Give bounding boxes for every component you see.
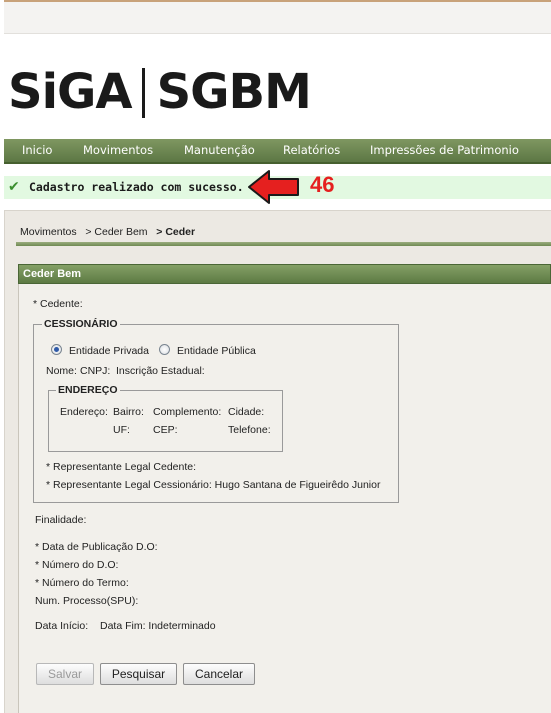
entidade-privada-label: Entidade Privada xyxy=(69,345,149,357)
endereco-label: Endereço: xyxy=(60,406,108,418)
logo-siga: SiGA xyxy=(8,64,133,120)
uf-label: UF: xyxy=(113,424,130,436)
complemento-label: Complemento: xyxy=(153,406,222,418)
logo-separator xyxy=(141,68,145,118)
numero-do-label: * Número do D.O: xyxy=(35,559,119,571)
breadcrumb-ceder-bem[interactable]: > Ceder Bem xyxy=(85,226,147,238)
num-processo-label: Num. Processo(SPU): xyxy=(35,595,139,607)
breadcrumb-current: > Ceder xyxy=(156,226,196,238)
pesquisar-button[interactable]: Pesquisar xyxy=(100,663,177,685)
cessionario-legend: CESSIONÁRIO xyxy=(42,318,120,330)
rep-cedente-label: * Representante Legal Cedente: xyxy=(46,461,197,473)
breadcrumb: Movimentos > Ceder Bem > Ceder xyxy=(20,226,195,238)
cancelar-button[interactable]: Cancelar xyxy=(183,663,255,685)
radio-entidade-publica[interactable] xyxy=(159,344,170,355)
breadcrumb-divider xyxy=(16,242,551,246)
top-strip xyxy=(4,0,551,34)
app-logo: SiGA SGBM xyxy=(8,68,312,118)
endereco-fieldset xyxy=(48,390,283,452)
menu-item-manutencao[interactable]: Manutenção xyxy=(184,139,255,162)
success-text: Cadastro realizado com sucesso. xyxy=(29,180,244,194)
salvar-button[interactable]: Salvar xyxy=(36,663,94,685)
bairro-label: Bairro: xyxy=(113,406,144,418)
inscricao-label: Inscrição Estadual: xyxy=(116,365,205,377)
rep-cessionario-label: * Representante Legal Cessionário: Hugo … xyxy=(46,479,381,491)
numero-termo-label: * Número do Termo: xyxy=(35,577,129,589)
telefone-label: Telefone: xyxy=(228,424,271,436)
cnpj-label: CNPJ: xyxy=(80,365,111,377)
data-publicacao-label: * Data de Publicação D.O: xyxy=(35,541,158,553)
menu-item-relatorios[interactable]: Relatórios xyxy=(283,139,340,162)
main-menu: Inicio Movimentos Manutenção Relatórios … xyxy=(4,139,551,164)
logo-sgbm: SGBM xyxy=(156,64,312,120)
red-arrow-icon xyxy=(248,170,299,204)
nome-label: Nome: xyxy=(46,365,77,377)
annotation-number: 46 xyxy=(310,172,335,197)
data-fim-label: Data Fim: Indeterminado xyxy=(100,620,216,632)
menu-item-inicio[interactable]: Inicio xyxy=(22,139,52,162)
breadcrumb-movimentos[interactable]: Movimentos xyxy=(20,226,77,238)
entidade-publica-label: Entidade Pública xyxy=(177,345,256,357)
cep-label: CEP: xyxy=(153,424,178,436)
panel-title: Ceder Bem xyxy=(18,264,551,284)
cidade-label: Cidade: xyxy=(228,406,265,418)
cedente-label: * Cedente: xyxy=(33,298,83,310)
menu-item-movimentos[interactable]: Movimentos xyxy=(83,139,153,162)
endereco-legend: ENDEREÇO xyxy=(56,384,120,396)
check-icon: ✔ xyxy=(8,179,20,195)
radio-entidade-privada[interactable] xyxy=(51,344,62,355)
menu-item-impressoes[interactable]: Impressões de Patrimonio xyxy=(370,139,519,162)
data-inicio-label: Data Início: xyxy=(35,620,89,632)
finalidade-label: Finalidade: xyxy=(35,514,87,526)
